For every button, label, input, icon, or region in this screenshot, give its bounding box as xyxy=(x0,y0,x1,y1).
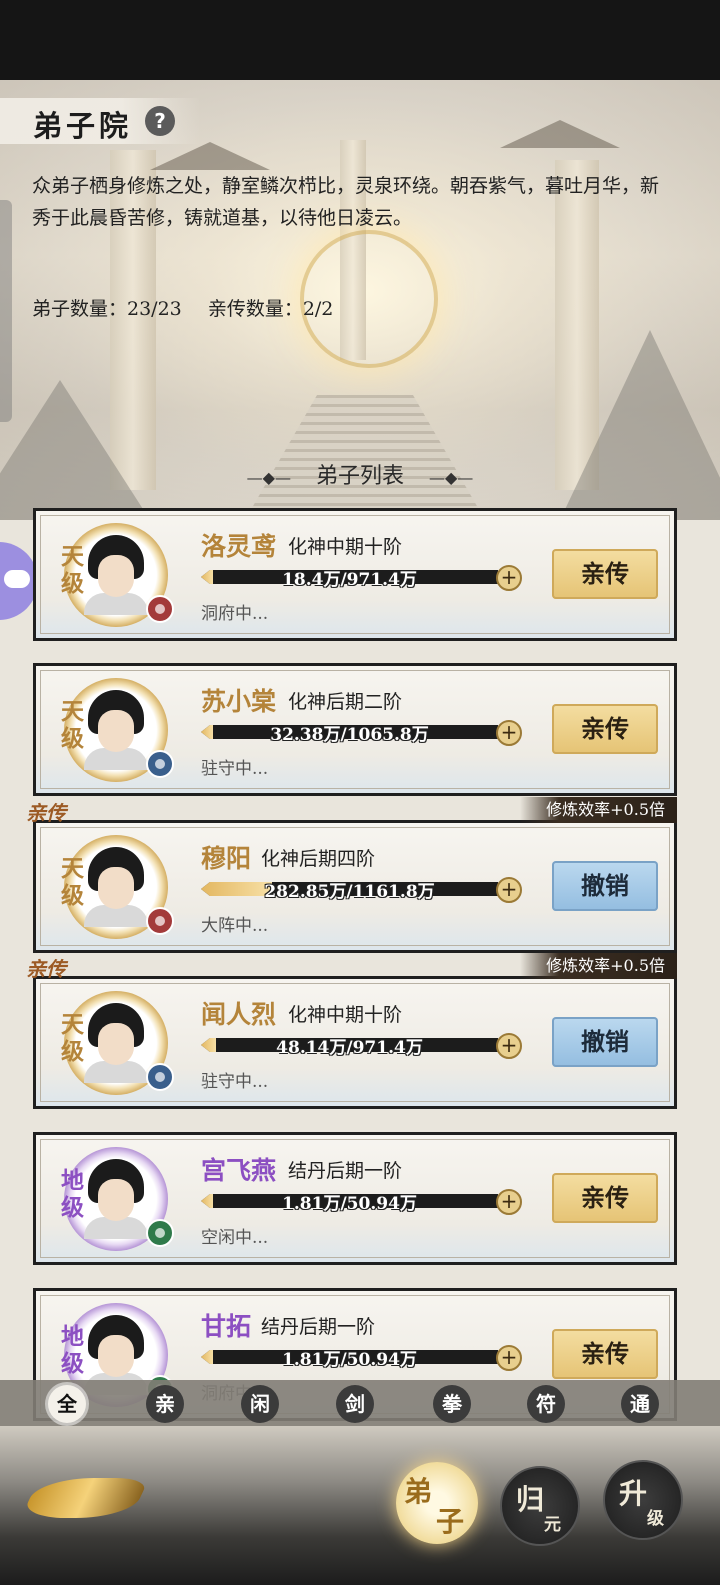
disciple-status: 驻守中... xyxy=(201,1072,269,1092)
nav-return-char-a: 归 xyxy=(516,1483,545,1516)
scene-roof-left xyxy=(150,142,270,170)
appoint-direct-button[interactable]: 亲传 xyxy=(552,1329,658,1379)
add-exp-button[interactable]: + xyxy=(496,877,522,903)
disciple-status: 洞府中... xyxy=(201,604,269,624)
scene-mountain-right xyxy=(560,330,720,520)
ornament-right: —◆— xyxy=(429,468,474,487)
add-exp-button[interactable]: + xyxy=(496,565,522,591)
disciple-realm: 化神后期二阶 xyxy=(288,691,403,713)
add-exp-button[interactable]: + xyxy=(496,1345,522,1371)
direct-disciple-tag: 亲传 xyxy=(26,957,66,981)
exp-text: 1.81万/50.94万 xyxy=(282,1194,417,1214)
disciple-name: 宫飞燕 xyxy=(201,1156,277,1185)
disciple-realm: 化神中期十阶 xyxy=(288,1004,403,1026)
counts-row: 弟子数量：23/23 亲传数量：2/2 xyxy=(32,294,353,321)
appoint-direct-button[interactable]: 亲传 xyxy=(552,704,658,754)
element-icon xyxy=(146,1219,174,1247)
nav-return-char-b: 元 xyxy=(544,1515,561,1535)
direct-count: 亲传数量：2/2 xyxy=(207,298,334,320)
revoke-button[interactable]: 撤销 xyxy=(552,861,658,911)
gamepad-icon xyxy=(4,570,30,588)
nav-return-button[interactable]: 归 元 xyxy=(500,1466,580,1546)
list-title: —◆— 弟子列表 —◆— xyxy=(0,458,720,490)
disciple-realm: 结丹后期一阶 xyxy=(261,1316,376,1338)
exp-text: 282.85万/1161.8万 xyxy=(264,882,435,902)
filter-sword[interactable]: 剑 xyxy=(336,1385,374,1423)
appoint-direct-button[interactable]: 亲传 xyxy=(552,1173,658,1223)
exp-text: 1.81万/50.94万 xyxy=(282,1350,417,1370)
disciple-realm: 化神中期十阶 xyxy=(288,536,403,558)
filter-talisman[interactable]: 符 xyxy=(527,1385,565,1423)
list-title-text: 弟子列表 xyxy=(315,464,404,489)
filter-bar: 全 亲 闲 剑 拳 符 通 xyxy=(0,1380,720,1426)
revoke-button[interactable]: 撤销 xyxy=(552,1017,658,1067)
direct-disciple-tag: 亲传 xyxy=(26,801,66,825)
disciple-card[interactable]: 天级 洛灵鸢 化神中期十阶 18.4万/971.4万 + 洞府中... 亲传 xyxy=(33,508,677,641)
grade-label: 天级 xyxy=(61,698,84,752)
disciple-card[interactable]: 亲传 修炼效率+0.5倍 天级 闻人烈 化神中期十阶 48.14万/971.4万… xyxy=(26,953,677,1109)
element-icon xyxy=(146,1063,174,1091)
filter-all[interactable]: 全 xyxy=(48,1385,86,1423)
disciple-name: 闻人烈 xyxy=(201,1000,277,1029)
status-bar xyxy=(0,0,720,80)
element-icon xyxy=(146,907,174,935)
grade-label: 天级 xyxy=(61,1011,84,1065)
disciple-count: 弟子数量：23/23 xyxy=(32,298,182,320)
disciple-status: 空闲中... xyxy=(201,1228,269,1248)
nav-upgrade-button[interactable]: 升 级 xyxy=(603,1460,683,1540)
nav-upgrade-char-b: 级 xyxy=(647,1509,664,1529)
add-exp-button[interactable]: + xyxy=(496,1189,522,1215)
grade-label: 天级 xyxy=(61,855,84,909)
disciple-realm: 结丹后期一阶 xyxy=(288,1160,403,1182)
element-icon xyxy=(146,595,174,623)
element-icon xyxy=(146,750,174,778)
add-exp-button[interactable]: + xyxy=(496,720,522,746)
appoint-direct-button[interactable]: 亲传 xyxy=(552,549,658,599)
exp-text: 48.14万/971.4万 xyxy=(276,1038,423,1058)
disciple-card[interactable]: 亲传 修炼效率+0.5倍 天级 穆阳 化神后期四阶 282.85万/1161.8… xyxy=(26,797,677,953)
grade-label: 地级 xyxy=(61,1167,84,1221)
filter-direct[interactable]: 亲 xyxy=(146,1385,184,1423)
page-description: 众弟子栖身修炼之处，静室鳞次栉比，灵泉环绕。朝吞紫气，暮吐月华，新秀于此晨昏苦修… xyxy=(32,175,660,229)
efficiency-badge: 修炼效率+0.5倍 xyxy=(520,797,677,823)
disciple-name: 苏小棠 xyxy=(201,687,277,716)
add-exp-button[interactable]: + xyxy=(496,1033,522,1059)
grade-label: 地级 xyxy=(61,1323,84,1377)
disciple-name: 洛灵鸢 xyxy=(201,532,277,561)
filter-idle[interactable]: 闲 xyxy=(241,1385,279,1423)
nav-upgrade-char-a: 升 xyxy=(619,1477,648,1510)
nav-disciples-char-b: 子 xyxy=(436,1505,465,1538)
disciple-name: 甘拓 xyxy=(201,1312,252,1341)
page-title: 弟子院 xyxy=(33,109,133,143)
scene-mountain-left xyxy=(0,380,150,520)
nav-disciples-button[interactable]: 弟 子 xyxy=(396,1462,478,1544)
exp-text: 18.4万/971.4万 xyxy=(282,570,417,590)
nav-disciples-char-a: 弟 xyxy=(404,1475,433,1508)
grade-label: 天级 xyxy=(61,543,84,597)
exp-text: 32.38万/1065.8万 xyxy=(270,725,429,745)
efficiency-badge: 修炼效率+0.5倍 xyxy=(520,953,677,979)
disciple-card[interactable]: 天级 苏小棠 化神后期二阶 32.38万/1065.8万 + 驻守中... 亲传 xyxy=(33,663,677,796)
side-drawer-handle[interactable] xyxy=(0,200,12,422)
disciple-card[interactable]: 地级 宫飞燕 结丹后期一阶 1.81万/50.94万 + 空闲中... 亲传 xyxy=(33,1132,677,1265)
disciple-status: 大阵中... xyxy=(201,916,269,936)
disciple-status: 驻守中... xyxy=(201,759,269,779)
help-icon[interactable]: ? xyxy=(145,106,175,136)
disciple-realm: 化神后期四阶 xyxy=(261,848,376,870)
scene-roof-right xyxy=(500,120,620,148)
filter-fist[interactable]: 拳 xyxy=(433,1385,471,1423)
disciple-name: 穆阳 xyxy=(201,844,252,873)
ornament-left: —◆— xyxy=(246,468,291,487)
filter-general[interactable]: 通 xyxy=(621,1385,659,1423)
